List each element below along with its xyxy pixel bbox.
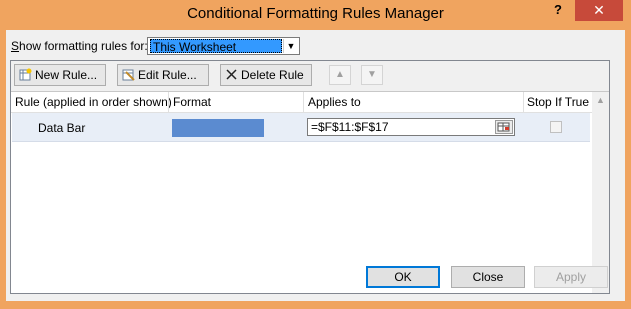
rules-toolbar: New Rule... Edit Rule... Delete Rule ▲ ▼ (11, 61, 609, 92)
new-rule-button[interactable]: New Rule... (14, 64, 106, 86)
delete-rule-button[interactable]: Delete Rule (220, 64, 312, 86)
delete-x-icon (226, 69, 237, 80)
edit-rule-icon (122, 69, 135, 81)
title-bar: Conditional Formatting Rules Manager ? ✕ (0, 0, 631, 30)
edit-rule-button[interactable]: Edit Rule... (117, 64, 209, 86)
show-rules-label-rest: how formatting rules for: (19, 39, 148, 53)
col-divider (303, 92, 304, 112)
applies-to-value: =$F$11:$F$17 (311, 120, 389, 134)
rule-row[interactable]: Data Bar =$F$11:$F$17 (12, 113, 590, 142)
rule-name: Data Bar (38, 121, 86, 135)
move-down-button[interactable]: ▼ (361, 65, 383, 85)
col-divider (523, 92, 524, 112)
show-rules-label: Show formatting rules for: (11, 39, 148, 53)
new-rule-icon (19, 68, 32, 81)
new-rule-label: New Rule... (35, 68, 98, 82)
conditional-formatting-dialog: Conditional Formatting Rules Manager ? ✕… (0, 0, 631, 309)
col-divider (168, 92, 169, 112)
show-rules-selected: This Worksheet (150, 39, 282, 54)
edit-rule-label: Edit Rule... (138, 68, 197, 82)
move-up-button[interactable]: ▲ (329, 65, 351, 85)
stop-if-true-checkbox[interactable] (550, 121, 562, 133)
range-select-icon[interactable] (495, 120, 513, 134)
data-bar-format-preview (172, 119, 264, 137)
vertical-scrollbar[interactable]: ▲ ▼ (592, 92, 609, 293)
rules-panel: New Rule... Edit Rule... Delete Rule ▲ ▼… (10, 60, 610, 294)
col-applies-header: Applies to (308, 95, 361, 109)
dialog-title: Conditional Formatting Rules Manager (187, 5, 444, 22)
dialog-body: Show formatting rules for: This Workshee… (6, 30, 625, 301)
col-format-header: Format (173, 95, 212, 109)
range-picker-icon (497, 122, 510, 132)
window-close-button[interactable]: ✕ (575, 0, 623, 21)
chevron-down-icon[interactable]: ▼ (283, 39, 298, 53)
col-rule-header: Rule (applied in order shown) (15, 95, 172, 109)
show-rules-dropdown[interactable]: This Worksheet ▼ (147, 37, 300, 55)
ok-button[interactable]: OK (366, 266, 440, 288)
col-stop-header: Stop If True (527, 95, 590, 109)
apply-button[interactable]: Apply (534, 266, 608, 288)
close-button[interactable]: Close (451, 266, 525, 288)
scroll-up-icon[interactable]: ▲ (592, 92, 609, 109)
delete-rule-label: Delete Rule (241, 68, 304, 82)
applies-to-field[interactable]: =$F$11:$F$17 (307, 118, 515, 136)
help-button[interactable]: ? (544, 2, 572, 22)
rules-header: Rule (applied in order shown) Format App… (11, 92, 609, 113)
